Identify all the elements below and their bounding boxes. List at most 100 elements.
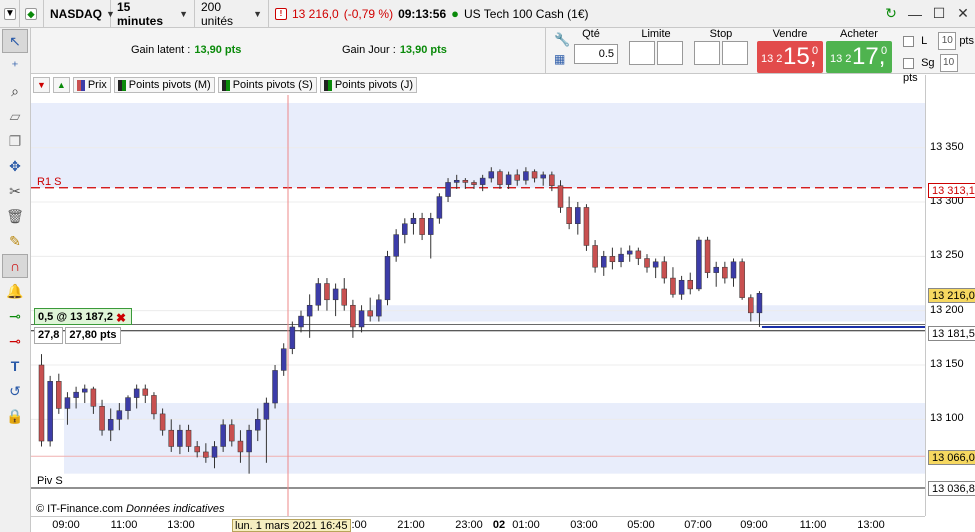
time-tick-label: 01:00	[512, 519, 540, 531]
tools-icon[interactable]: ✂	[2, 179, 28, 203]
price-tick-label: 13 350	[930, 140, 964, 153]
time-axis[interactable]: 09:00 11:00 13:00 19:00 21:00 23:00 02 01:00 03:…	[31, 516, 925, 532]
entry-price-tag: 13 181,5	[928, 326, 975, 341]
cursor-icon[interactable]: ↖	[2, 29, 28, 53]
candle-body	[350, 304, 356, 328]
gain-jour: Gain Jour :13,90 pts	[342, 44, 447, 56]
collapse-button[interactable]: ▼	[33, 77, 50, 93]
pen-icon[interactable]: ✎	[2, 229, 28, 253]
units-select[interactable]: 200 unités ▼	[195, 0, 269, 28]
time-tick-label: 23:00	[455, 519, 483, 531]
limit-points-input[interactable]: 10	[938, 32, 957, 50]
candle-body	[211, 446, 218, 458]
maximize-icon[interactable]: ☐	[927, 0, 951, 28]
bell-icon[interactable]: 🔔	[2, 279, 28, 303]
r1-price-tag: 13 313,1	[928, 183, 975, 198]
quote-strip: ! 13 216,0 (-0,79 %) 09:13:56 ● US Tech …	[269, 0, 595, 28]
candle-body	[159, 413, 166, 431]
expand-button[interactable]: ▲	[52, 77, 70, 93]
undo-icon[interactable]: ↺	[2, 379, 28, 403]
drawing-toolbar: ↖ ⁺ ⌕ ▱ ❐ ✥ ✂ 🗑 ✎ ∩ 🔔 ⊸ ⊸ T ↺ 🔒	[0, 28, 31, 532]
chevron-down-icon: ▼	[253, 8, 262, 19]
refresh-icon[interactable]: ↻	[879, 0, 903, 28]
price-axis[interactable]: 13 350 13 300 13 250 13 200 13 150 13 100 13 …	[925, 75, 975, 516]
close-icon[interactable]: ✕	[951, 0, 975, 28]
stop-checkbox[interactable]	[903, 57, 914, 69]
candle-body	[116, 410, 123, 420]
ruler-icon[interactable]: ▱	[2, 104, 28, 128]
stop-sell-button[interactable]	[722, 41, 748, 65]
sell-line-icon[interactable]: ⊸	[2, 329, 28, 353]
crosshair-date: lun. 1 mars 2021 16:45	[232, 519, 351, 532]
keypad-icon[interactable]: ▦	[554, 52, 565, 66]
legend-pivots-m[interactable]: Points pivots (M)	[113, 77, 215, 93]
candle-body	[306, 304, 313, 317]
candle-body	[678, 279, 685, 295]
candle-body	[583, 207, 590, 246]
candle-body	[505, 174, 512, 185]
close-position-icon[interactable]: ✖	[116, 311, 126, 325]
candle-body	[410, 218, 417, 224]
candle-body	[341, 288, 347, 306]
limit-points-label: L	[921, 34, 928, 47]
sell-button[interactable]: 13 2 15, 0	[757, 41, 823, 73]
chart-menu-icon[interactable]: ▼	[0, 0, 20, 28]
candle-body	[315, 283, 322, 306]
gain-latent: Gain latent :13,90 pts	[131, 44, 241, 56]
limit-sell-button[interactable]	[657, 41, 683, 65]
candle-body	[428, 218, 434, 235]
candle-body	[601, 256, 607, 268]
candle-body	[298, 315, 304, 328]
minimize-icon[interactable]: —	[903, 0, 927, 28]
zoom-icon[interactable]: ⌕	[2, 79, 28, 103]
candle-body	[419, 218, 425, 235]
stop-points-input[interactable]: 10	[939, 54, 958, 72]
legend-pivots-j[interactable]: Points pivots (J)	[319, 77, 418, 93]
limit-label: Limite	[641, 28, 671, 40]
qty-input[interactable]: 0.5	[574, 44, 618, 64]
limit-checkbox[interactable]	[903, 35, 914, 47]
move-icon[interactable]: ✥	[2, 154, 28, 178]
time-tick-label: 11:00	[799, 519, 827, 531]
limit-buy-button[interactable]	[629, 41, 655, 65]
magnet-icon[interactable]: ∩	[2, 254, 28, 278]
link-icon[interactable]: ◆	[20, 0, 44, 28]
alert-icon[interactable]: !	[275, 7, 287, 20]
candle-body	[168, 429, 174, 447]
copy-icon[interactable]: ❐	[2, 129, 28, 153]
legend-pivots-s[interactable]: Points pivots (S)	[217, 77, 317, 93]
wrench-icon[interactable]: 🔧	[554, 32, 570, 48]
text-tool-icon[interactable]: T	[2, 354, 28, 378]
buy-price-prefix: 13 2	[830, 53, 852, 65]
price-tick-label: 13 100	[930, 412, 964, 425]
qty-label: Qté	[582, 28, 600, 40]
buy-line-icon[interactable]: ⊸	[2, 304, 28, 328]
candle-body	[393, 234, 399, 257]
timeframe-select[interactable]: 15 minutes ▼	[111, 0, 195, 28]
instrument-select[interactable]: NASDAQ ▼	[44, 0, 115, 28]
trash-icon[interactable]: 🗑	[2, 204, 28, 228]
stop-buy-button[interactable]	[694, 41, 720, 65]
legend-pivots-m-label: Points pivots (M)	[128, 79, 211, 91]
lock-icon[interactable]: 🔒	[2, 404, 28, 428]
crosshair-cursor-icon[interactable]: ⁺	[2, 54, 28, 78]
time-tick-label: 03:00	[570, 519, 598, 531]
buy-label: Acheter	[840, 28, 878, 40]
candle-body	[384, 256, 391, 301]
pivot-label: Piv S	[37, 475, 63, 487]
candle-body	[90, 388, 97, 407]
candle-body	[133, 388, 140, 398]
price-chart[interactable]	[31, 95, 925, 516]
legend-prix[interactable]: Prix	[72, 77, 111, 93]
buy-button[interactable]: 13 2 17, 0	[826, 41, 892, 73]
candle-body	[453, 180, 460, 183]
quote-time: 09:13:56	[398, 6, 447, 21]
candle-body	[229, 424, 235, 442]
candle-body	[255, 419, 261, 431]
candle-body	[358, 310, 365, 328]
candle-body	[220, 424, 226, 447]
candle-body	[592, 245, 598, 268]
timeframe-label: 15 minutes	[117, 0, 164, 28]
legend-prix-label: Prix	[87, 79, 107, 91]
sell-price-decimal: 0	[812, 45, 819, 57]
